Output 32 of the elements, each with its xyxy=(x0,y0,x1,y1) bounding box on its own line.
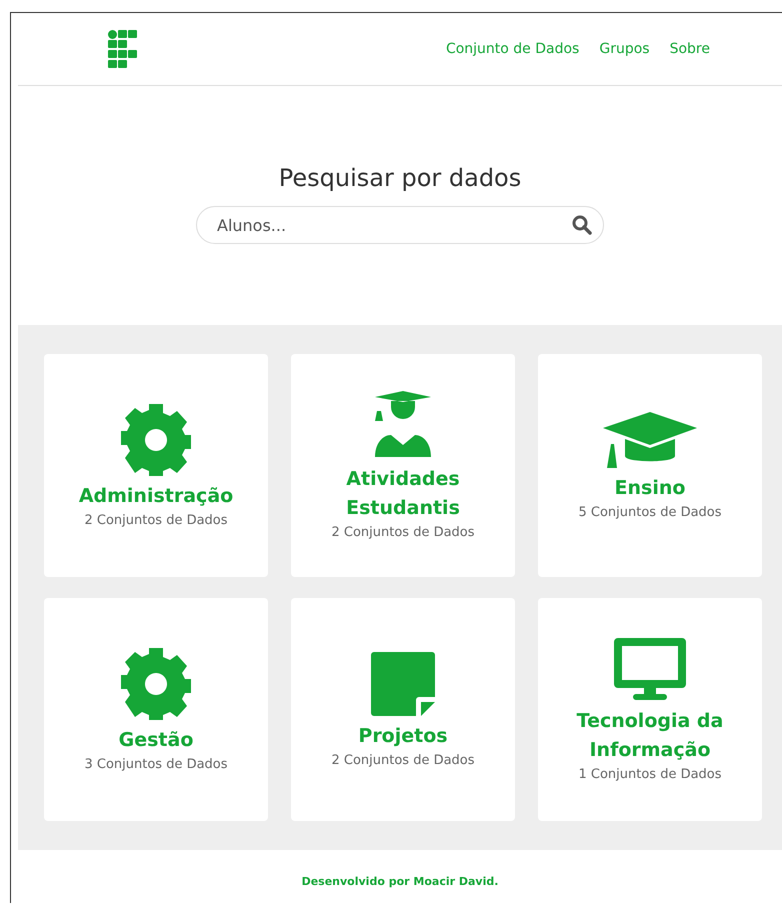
dataset-count: 5 Conjuntos de Dados xyxy=(578,504,722,520)
nav-link[interactable]: Conjunto de Dados xyxy=(446,41,580,57)
document-icon xyxy=(371,652,435,716)
group-name: Atividades Estudantis xyxy=(345,467,461,521)
dataset-count: 1 Conjuntos de Dados xyxy=(578,766,722,782)
group-card[interactable]: Administração 2 Conjuntos de Dados xyxy=(44,354,268,577)
monitor-icon xyxy=(614,638,686,700)
group-name: Ensino xyxy=(614,476,686,500)
group-name: Projetos xyxy=(358,724,448,748)
dataset-count: 2 Conjuntos de Dados xyxy=(331,752,475,768)
nav-link[interactable]: Grupos xyxy=(599,41,650,57)
search-field[interactable]: Alunos... xyxy=(196,206,604,244)
dataset-count: 2 Conjuntos de Dados xyxy=(84,512,228,528)
group-card[interactable]: Tecnologia da Informação 1 Conjuntos de Dados xyxy=(538,598,762,821)
gear-icon xyxy=(121,648,191,720)
group-name: Gestão xyxy=(118,728,194,752)
footer-credit: Desenvolvido por Moacir David. xyxy=(302,875,498,888)
graduation-cap-icon xyxy=(603,412,697,468)
group-card[interactable]: Atividades Estudantis 2 Conjuntos de Dados xyxy=(291,354,515,577)
group-name: Tecnologia da Informação xyxy=(576,708,724,762)
dataset-count: 3 Conjuntos de Dados xyxy=(84,756,228,772)
group-card[interactable]: Gestão 3 Conjuntos de Dados xyxy=(44,598,268,821)
dataset-count: 2 Conjuntos de Dados xyxy=(331,525,475,540)
group-card[interactable]: Projetos 2 Conjuntos de Dados xyxy=(291,598,515,821)
gear-icon xyxy=(121,404,191,476)
search-title: Pesquisar por dados xyxy=(278,164,522,192)
group-name: Administração xyxy=(78,484,234,508)
graduate-icon xyxy=(373,391,433,459)
search-icon[interactable] xyxy=(572,215,592,235)
logo-icon[interactable] xyxy=(108,30,137,68)
nav-link[interactable]: Sobre xyxy=(670,41,710,57)
group-card[interactable]: Ensino 5 Conjuntos de Dados xyxy=(538,354,762,577)
